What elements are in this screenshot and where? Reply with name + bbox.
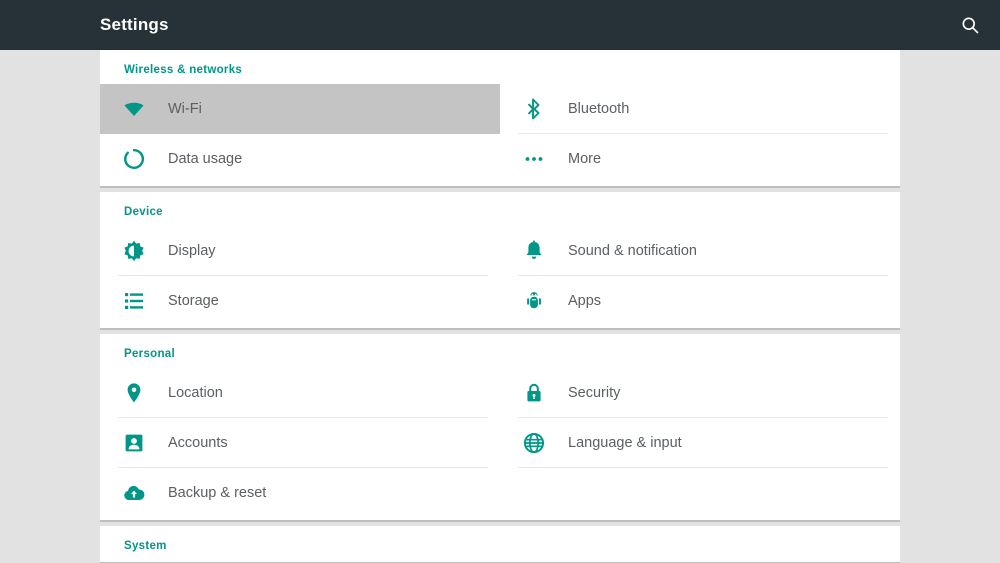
brightness-icon xyxy=(120,237,148,265)
bell-icon-glyph xyxy=(526,240,542,259)
more-horizontal-icon-glyph xyxy=(525,157,543,161)
settings-item-label: Accounts xyxy=(168,435,228,451)
bell-icon xyxy=(520,237,548,265)
settings-item-storage[interactable]: Storage xyxy=(100,276,500,326)
settings-item-label: Display xyxy=(168,243,216,259)
settings-row: Location Security xyxy=(100,368,900,418)
settings-item-backup-reset[interactable]: Backup & reset xyxy=(100,468,500,518)
search-icon[interactable] xyxy=(950,5,990,45)
wifi-icon-glyph xyxy=(124,102,144,116)
settings-item-more[interactable]: More xyxy=(500,134,900,184)
globe-icon xyxy=(520,429,548,457)
bluetooth-icon-glyph xyxy=(527,98,540,120)
location-pin-icon-glyph xyxy=(127,383,141,403)
settings-item-bluetooth[interactable]: Bluetooth xyxy=(500,84,900,134)
settings-item-label: Location xyxy=(168,385,223,401)
lock-icon xyxy=(520,379,548,407)
account-card-icon xyxy=(120,429,148,457)
bluetooth-icon xyxy=(520,95,548,123)
app-bar: Settings xyxy=(0,0,1000,50)
section-title-system: System xyxy=(124,540,167,552)
no-icon xyxy=(520,479,548,507)
settings-item-empty xyxy=(500,468,900,518)
section-title-wireless-and-networks: Wireless & networks xyxy=(124,64,243,76)
page-title: Settings xyxy=(100,15,169,34)
settings-item-display[interactable]: Display xyxy=(100,226,500,276)
settings-item-label: Bluetooth xyxy=(568,101,630,117)
settings-row: Data usage More xyxy=(100,134,900,184)
storage-list-icon xyxy=(120,287,148,315)
settings-row: Accounts Language & input xyxy=(100,418,900,468)
section-title-personal: Personal xyxy=(124,348,175,360)
globe-icon-glyph xyxy=(523,432,545,454)
settings-item-apps[interactable]: Apps xyxy=(500,276,900,326)
data-usage-icon xyxy=(120,145,148,173)
settings-item-label: Security xyxy=(568,385,621,401)
settings-item-label: More xyxy=(568,151,602,167)
lock-icon-glyph xyxy=(527,383,541,402)
settings-item-language-input[interactable]: Language & input xyxy=(500,418,900,468)
data-usage-icon-glyph xyxy=(124,148,145,169)
settings-row: Display Sound & notification xyxy=(100,226,900,276)
settings-row: Backup & reset xyxy=(100,468,900,518)
settings-item-label: Backup & reset xyxy=(168,485,267,501)
settings-item-label: Data usage xyxy=(168,151,243,167)
search-glyph xyxy=(962,17,979,34)
settings-item-label: Storage xyxy=(168,293,219,309)
wifi-icon xyxy=(120,95,148,123)
cloud-upload-icon xyxy=(120,479,148,507)
settings-card-personal: Personal Location Security Accounts Language… xyxy=(100,334,900,522)
settings-item-sound-notification[interactable]: Sound & notification xyxy=(500,226,900,276)
settings-item-security[interactable]: Security xyxy=(500,368,900,418)
settings-item-label: Apps xyxy=(568,293,602,309)
android-robot-icon xyxy=(520,287,548,315)
settings-card-wireless-and-networks: Wireless & networks Wi-Fi Bluetooth Data us… xyxy=(100,50,900,188)
settings-item-label: Language & input xyxy=(568,435,682,451)
android-robot-icon-glyph xyxy=(527,292,541,309)
settings-card-system: System xyxy=(100,526,900,563)
settings-item-accounts[interactable]: Accounts xyxy=(100,418,500,468)
settings-item-location[interactable]: Location xyxy=(100,368,500,418)
cloud-upload-icon-glyph xyxy=(124,485,145,500)
account-card-icon-glyph xyxy=(125,434,143,452)
brightness-icon-glyph xyxy=(124,240,144,261)
settings-row: Wi-Fi Bluetooth xyxy=(100,84,900,134)
settings-row: Storage Apps xyxy=(100,276,900,326)
settings-item-label: Wi-Fi xyxy=(168,101,202,117)
storage-list-icon-glyph xyxy=(125,293,143,309)
settings-list[interactable]: Wireless & networks Wi-Fi Bluetooth Data us… xyxy=(0,50,1000,563)
settings-item-data-usage[interactable]: Data usage xyxy=(100,134,500,184)
settings-item-wi-fi[interactable]: Wi-Fi xyxy=(100,84,500,134)
settings-item-label: Sound & notification xyxy=(568,243,697,259)
settings-card-device: Device Display Sound & notification Storage… xyxy=(100,192,900,330)
more-horizontal-icon xyxy=(520,145,548,173)
section-title-device: Device xyxy=(124,206,163,218)
location-pin-icon xyxy=(120,379,148,407)
